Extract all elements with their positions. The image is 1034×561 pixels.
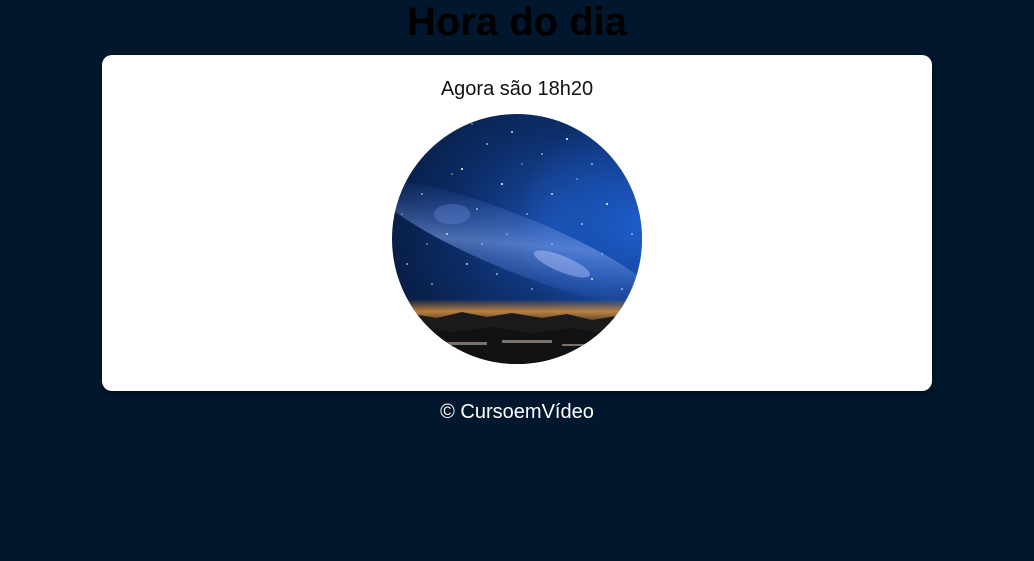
night-sky-image <box>392 114 642 364</box>
time-message: Agora são 18h20 <box>440 78 594 100</box>
page-title: Hora do dia <box>406 0 628 44</box>
content-card: Agora são 18h20 <box>102 55 932 391</box>
footer-copyright: © CursoemVídeo <box>440 401 594 423</box>
